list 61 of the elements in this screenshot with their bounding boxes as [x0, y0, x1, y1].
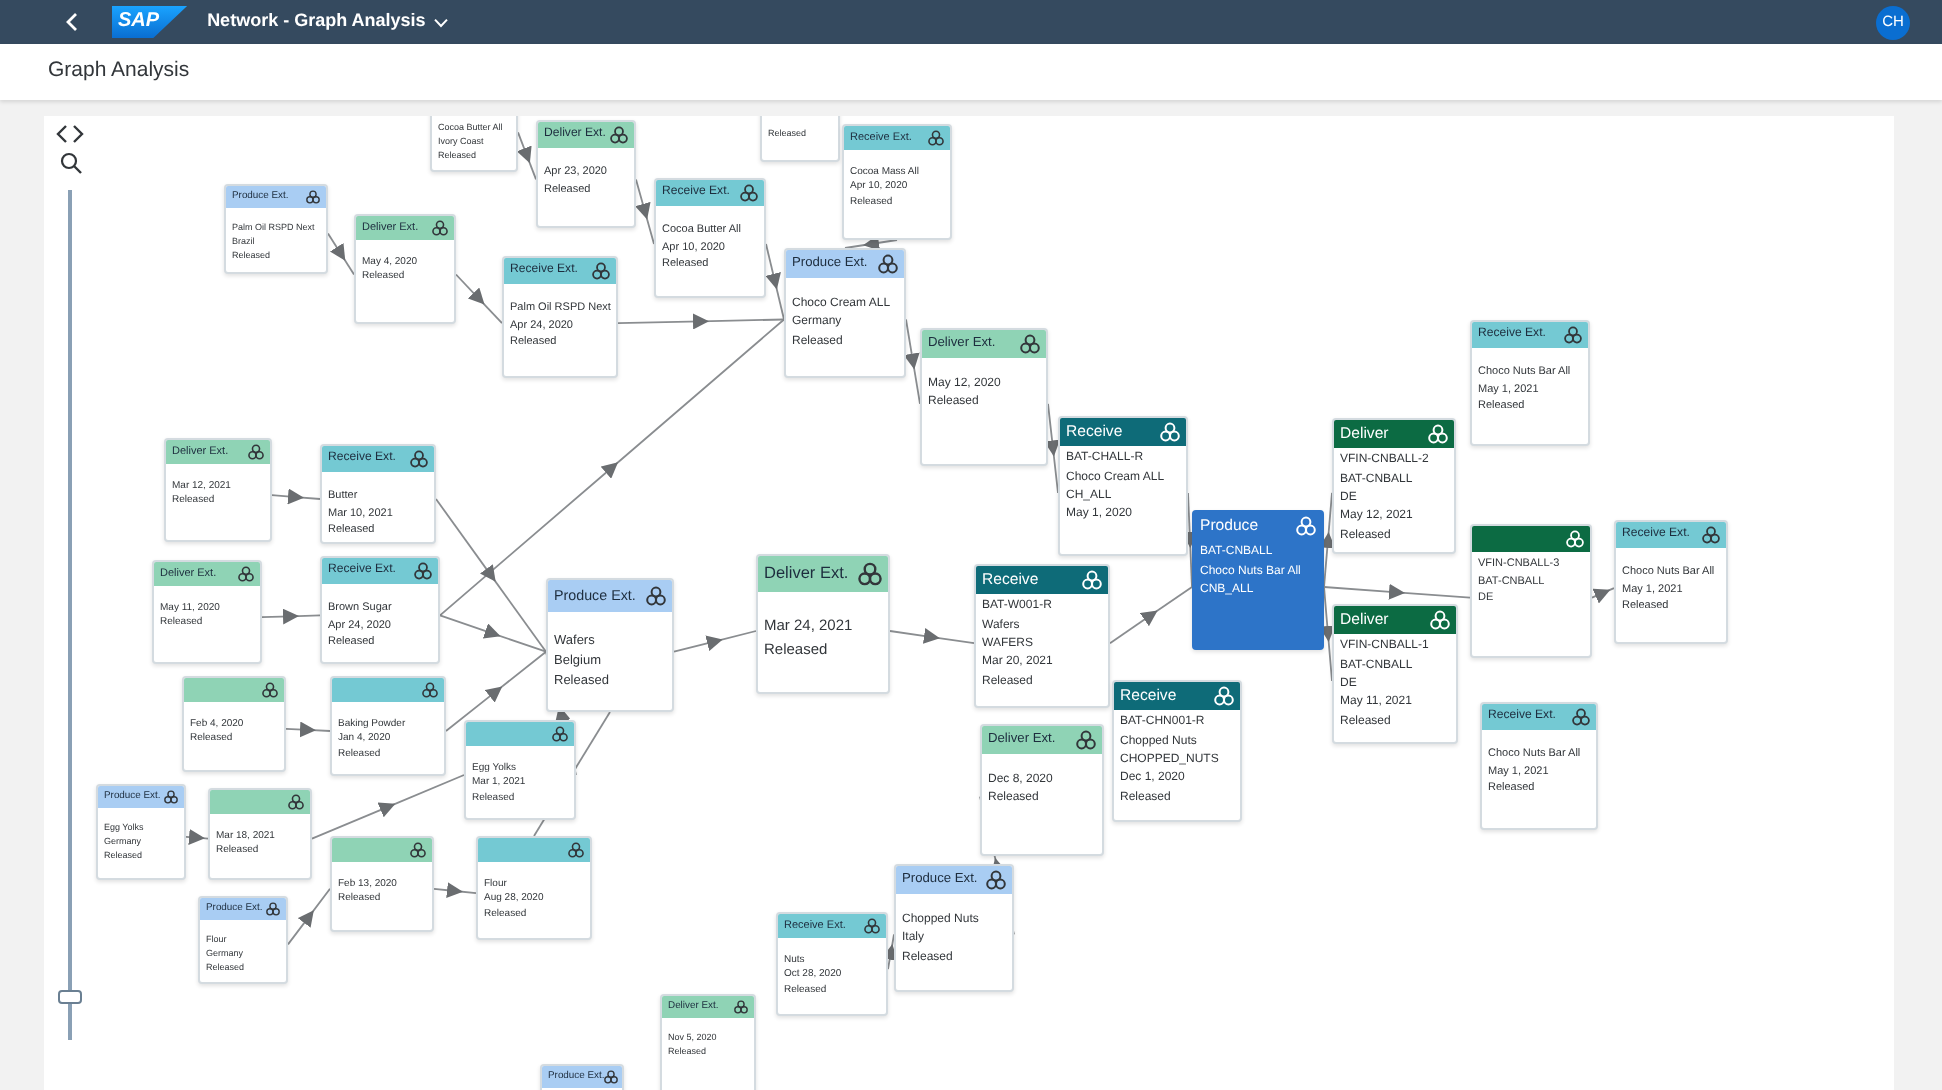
connector-line [185, 829, 209, 845]
connector-line [433, 882, 477, 898]
cluster-icon [610, 126, 628, 144]
cluster-icon [928, 130, 944, 146]
connector-line [1047, 403, 1059, 494]
cluster-icon [1160, 422, 1180, 442]
cluster-icon [646, 586, 666, 606]
app-title-menu[interactable]: Network - Graph Analysis [207, 8, 448, 36]
cluster-icon [1082, 570, 1102, 590]
connector-line [889, 628, 975, 645]
cluster-icon [734, 1000, 748, 1014]
connector-line [1591, 587, 1615, 603]
connector-line [271, 489, 321, 505]
cluster-icon [878, 254, 898, 274]
cluster-icon [266, 902, 280, 916]
connector-line [517, 131, 537, 181]
back-icon [64, 12, 80, 32]
cluster-icon [432, 220, 448, 236]
cluster-icon [740, 184, 758, 202]
cluster-icon [248, 444, 264, 460]
cluster-icon [858, 562, 882, 586]
connector-line [905, 318, 921, 405]
cluster-icon [1572, 708, 1590, 726]
cluster-icon [592, 262, 610, 280]
connector-line [635, 178, 655, 245]
cluster-icon [1702, 526, 1720, 544]
cluster-icon [568, 842, 584, 858]
cluster-icon [1564, 326, 1582, 344]
page-title: Graph Analysis [48, 56, 190, 87]
cluster-icon [238, 566, 254, 582]
cluster-icon [262, 682, 278, 698]
cluster-icon [1076, 730, 1096, 750]
slider-thumb[interactable] [58, 989, 82, 1004]
connector-line [673, 630, 757, 653]
cluster-icon [410, 842, 426, 858]
connector-line [285, 722, 331, 738]
connector-line [287, 887, 331, 946]
cluster-icon [1296, 516, 1316, 536]
cluster-icon [1566, 530, 1584, 548]
cluster-icon [986, 870, 1006, 890]
node-title: Deliver Ext. [764, 561, 849, 586]
connector-line [887, 933, 895, 971]
cluster-icon [552, 726, 568, 742]
cluster-icon [288, 794, 304, 810]
caret-icon [433, 17, 448, 27]
cluster-icon [604, 1070, 619, 1084]
cluster-icon [1428, 424, 1448, 444]
cluster-icon [414, 562, 432, 580]
cluster-icon [410, 450, 428, 468]
cluster-icon [1214, 686, 1234, 706]
search-icon[interactable] [60, 152, 82, 174]
connector-line [844, 239, 898, 249]
cluster-icon [164, 790, 178, 804]
chevrons-icon[interactable] [56, 124, 84, 144]
connector-line [261, 609, 321, 625]
cluster-icon [1020, 334, 1040, 354]
cluster-icon [864, 918, 880, 934]
cluster-icon [306, 190, 320, 204]
cluster-icon [1430, 610, 1450, 630]
cluster-icon [422, 682, 438, 698]
connector-line [327, 232, 355, 276]
